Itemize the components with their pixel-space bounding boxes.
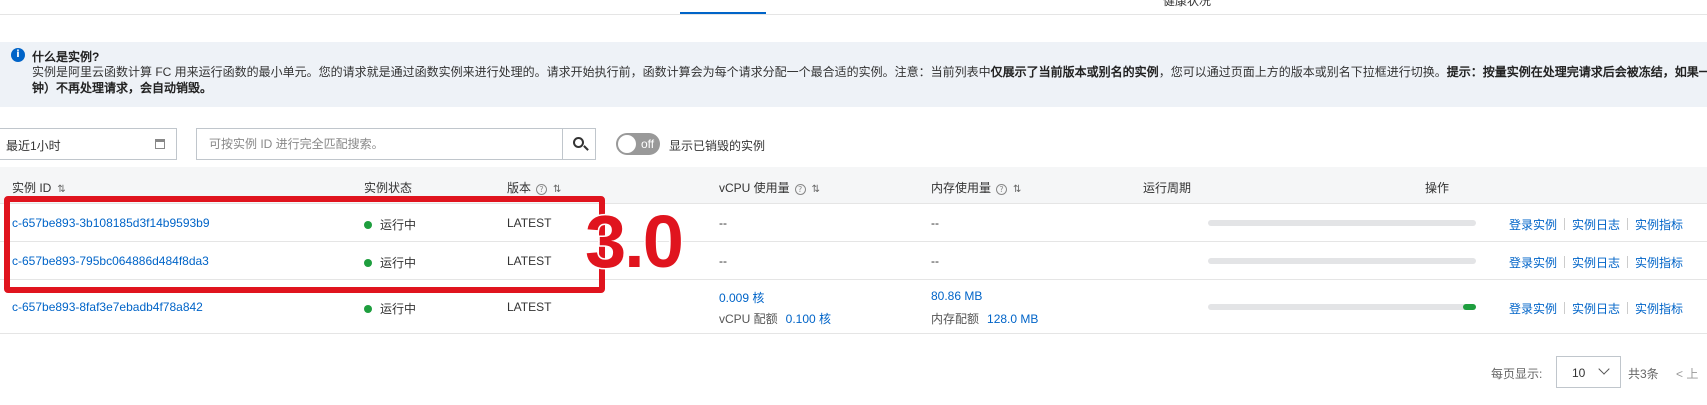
- active-tab-indicator: [680, 12, 766, 14]
- login-instance-link[interactable]: 登录实例: [1509, 302, 1557, 316]
- instance-metrics-link[interactable]: 实例指标: [1635, 302, 1683, 316]
- divider: [1627, 302, 1629, 314]
- status-cell: 运行中: [364, 300, 416, 317]
- vcpu-cell: --: [719, 216, 727, 230]
- info-icon: i: [11, 48, 25, 62]
- divider: [1627, 256, 1629, 268]
- time-range-select[interactable]: 最近1小时: [0, 128, 177, 160]
- toggle-state: off: [641, 137, 655, 151]
- lifecycle-bar-fill: [1462, 304, 1476, 310]
- row-actions: 登录实例 实例日志 实例指标: [1509, 254, 1683, 271]
- calendar-icon: [155, 139, 165, 149]
- info-body: 实例是阿里云函数计算 FC 用来运行函数的最小单元。您的请求就是通过函数实例来进…: [32, 64, 1707, 96]
- sort-icon[interactable]: ⇅: [812, 184, 820, 195]
- annotation-highlight-box: [4, 196, 605, 293]
- lifecycle-bar: [1208, 304, 1476, 310]
- instance-logs-link[interactable]: 实例日志: [1572, 256, 1620, 270]
- version-cell: LATEST: [507, 300, 552, 314]
- vcpu-quota-value[interactable]: 0.100 核: [786, 312, 831, 326]
- toggle-label: 显示已销毁的实例: [669, 139, 766, 153]
- sort-icon[interactable]: ⇅: [1013, 184, 1021, 195]
- col-version-label: 版本: [507, 181, 532, 195]
- memory-quota-value[interactable]: 128.0 MB: [987, 312, 1038, 326]
- divider: [1564, 218, 1566, 230]
- help-icon[interactable]: ?: [794, 184, 806, 195]
- running-status-dot: [364, 305, 372, 313]
- col-memory[interactable]: 内存使用量? ⇅: [931, 179, 1021, 196]
- search-icon-handle: [583, 145, 589, 151]
- vcpu-quota-label: vCPU 配额: [719, 312, 778, 326]
- vcpu-usage-link[interactable]: 0.009 核: [719, 289, 764, 306]
- col-actions: 操作: [1425, 181, 1450, 195]
- col-instance-id-label: 实例 ID: [12, 181, 52, 195]
- top-tab-bar: 健康状况: [0, 0, 1707, 15]
- chevron-down-icon: [1598, 363, 1610, 375]
- prev-page-button[interactable]: < 上: [1676, 365, 1698, 382]
- row-actions: 登录实例 实例日志 实例指标: [1509, 300, 1683, 317]
- login-instance-link[interactable]: 登录实例: [1509, 218, 1557, 232]
- page-size-value: 10: [1572, 366, 1586, 380]
- sort-icon[interactable]: ⇅: [57, 184, 65, 195]
- info-text-c: ，您可以通过页面上方的版本或别名下拉框进行切换。: [1158, 65, 1447, 79]
- search-button[interactable]: [563, 128, 596, 160]
- memory-quota: 内存配额 128.0 MB: [931, 310, 1038, 327]
- col-memory-label: 内存使用量: [931, 181, 992, 195]
- divider: [1564, 256, 1566, 268]
- show-destroyed-toggle[interactable]: off: [616, 133, 660, 155]
- tab-health[interactable]: 健康状况: [1163, 0, 1211, 9]
- vcpu-cell: --: [719, 254, 727, 268]
- col-lifecycle: 运行周期: [1143, 181, 1192, 195]
- page-size-select[interactable]: 10: [1556, 356, 1621, 388]
- lifecycle-bar: [1208, 258, 1476, 264]
- info-text-a: 实例是阿里云函数计算 FC 用来运行函数的最小单元。您的请求就是通过函数实例来进…: [32, 65, 991, 79]
- col-vcpu[interactable]: vCPU 使用量? ⇅: [719, 179, 820, 196]
- info-text-line2: 钟）不再处理请求，会自动销毁。: [32, 81, 213, 95]
- divider: [1627, 218, 1629, 230]
- help-icon[interactable]: ?: [536, 184, 548, 195]
- search-input[interactable]: [197, 129, 564, 159]
- prev-page-label: 上: [1686, 367, 1699, 381]
- search-box[interactable]: [196, 128, 564, 160]
- info-text-d: 提示：按量实例在处理完请求后会被冻结，如果一: [1446, 65, 1707, 79]
- memory-quota-label: 内存配额: [931, 312, 980, 326]
- instance-logs-link[interactable]: 实例日志: [1572, 302, 1620, 316]
- instance-metrics-link[interactable]: 实例指标: [1635, 256, 1683, 270]
- help-icon[interactable]: ?: [996, 184, 1008, 195]
- time-range-value: 最近1小时: [6, 139, 61, 153]
- annotation-label: 3.0: [584, 200, 686, 283]
- total-count: 共3条: [1628, 367, 1659, 381]
- col-version[interactable]: 版本? ⇅: [507, 179, 561, 196]
- toggle-knob: [618, 135, 636, 153]
- col-vcpu-label: vCPU 使用量: [719, 181, 790, 195]
- lifecycle-bar: [1208, 220, 1476, 226]
- col-instance-id[interactable]: 实例 ID ⇅: [12, 179, 66, 196]
- info-title: 什么是实例?: [32, 50, 100, 64]
- info-banner: i 什么是实例? 实例是阿里云函数计算 FC 用来运行函数的最小单元。您的请求就…: [0, 42, 1707, 107]
- sort-icon[interactable]: ⇅: [553, 184, 561, 195]
- login-instance-link[interactable]: 登录实例: [1509, 256, 1557, 270]
- instance-logs-link[interactable]: 实例日志: [1572, 218, 1620, 232]
- per-page-label: 每页显示:: [1491, 367, 1543, 381]
- memory-usage-link[interactable]: 80.86 MB: [931, 289, 982, 303]
- col-status: 实例状态: [364, 181, 413, 195]
- status-text: 运行中: [380, 302, 417, 316]
- divider: [1564, 302, 1566, 314]
- instance-metrics-link[interactable]: 实例指标: [1635, 218, 1683, 232]
- vcpu-quota: vCPU 配额 0.100 核: [719, 310, 831, 327]
- memory-cell: --: [931, 216, 939, 230]
- memory-cell: --: [931, 254, 939, 268]
- row-actions: 登录实例 实例日志 实例指标: [1509, 216, 1683, 233]
- info-text-b: 仅展示了当前版本或别名的实例: [990, 65, 1159, 79]
- instance-id-link[interactable]: c-657be893-8faf3e7ebadb4f78a842: [12, 300, 203, 314]
